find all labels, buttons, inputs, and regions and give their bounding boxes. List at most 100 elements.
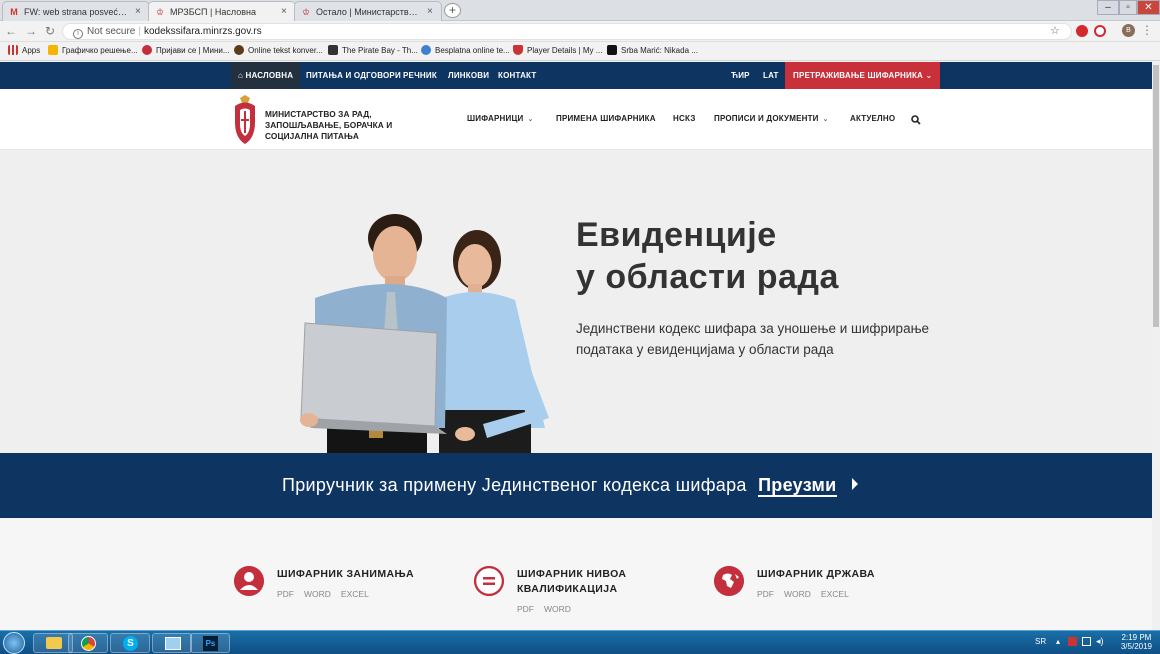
- block-extension-icon[interactable]: [1094, 25, 1106, 37]
- url-text[interactable]: kodekssifara.minrzs.gov.rs: [144, 26, 262, 37]
- profile-avatar[interactable]: B: [1122, 24, 1135, 37]
- bookmark-item[interactable]: Srba Marić: Nikada ...: [607, 45, 698, 55]
- nav-contact[interactable]: КОНТАКТ: [498, 62, 536, 89]
- nav-faq[interactable]: ПИТАЊА И ОДГОВОРИ: [306, 62, 401, 89]
- network-icon[interactable]: [1082, 637, 1091, 646]
- taskbar-window[interactable]: [152, 633, 192, 653]
- new-tab-button[interactable]: +: [444, 3, 461, 18]
- reload-icon[interactable]: ↻: [43, 24, 57, 38]
- info-icon[interactable]: i: [73, 29, 83, 39]
- site-top-nav: ⌂ НАСЛОВНА ПИТАЊА И ОДГОВОРИ РЕЧНИК ЛИНК…: [0, 62, 1152, 89]
- word-link[interactable]: WORD: [544, 604, 571, 614]
- address-bar-row: ← → ↻ i Not secure | kodekssifara.minrzs.go…: [0, 21, 1160, 42]
- codebook-title[interactable]: ШИФАРНИК НИВОА КВАЛИФИКАЦИЈА: [517, 567, 677, 597]
- search-icon[interactable]: [911, 115, 921, 125]
- close-tab-icon[interactable]: ×: [427, 6, 435, 17]
- script-latin-link[interactable]: LAT: [763, 62, 779, 89]
- photoshop-icon: Ps: [203, 636, 218, 651]
- excel-link[interactable]: EXCEL: [821, 589, 849, 599]
- tray-app-icon[interactable]: [1068, 637, 1077, 646]
- bookmark-item[interactable]: Besplatna online te...: [421, 45, 510, 55]
- close-tab-icon[interactable]: ×: [135, 6, 143, 17]
- hero-description: Јединствени кодекс шифара за уношење и ш…: [576, 321, 930, 357]
- bookmark-star-icon[interactable]: ☆: [1050, 24, 1060, 37]
- menu-news[interactable]: АКТУЕЛНО: [850, 114, 895, 123]
- taskbar-chrome[interactable]: [68, 633, 108, 653]
- bookmark-item[interactable]: The Pirate Bay - Th...: [328, 45, 418, 55]
- menu-label: ПРОПИСИ И ДОКУМЕНТИ: [714, 114, 819, 123]
- clock[interactable]: 2:19 PM 3/5/2019: [1121, 633, 1152, 651]
- word-link[interactable]: WORD: [304, 589, 331, 599]
- menu-regulations[interactable]: ПРОПИСИ И ДОКУМЕНТИ ⌄: [714, 114, 829, 123]
- bookmark-label: Графичко решење...: [62, 45, 138, 55]
- codebook-title[interactable]: ШИФАРНИК ЗАНИМАЊА: [277, 567, 437, 582]
- window-icon: [165, 637, 181, 650]
- bookmark-item[interactable]: Графичко решење...: [48, 45, 138, 55]
- browser-tab-strip: M FW: web strana posvećena šifar... × ♔ …: [0, 0, 1160, 21]
- minimize-button[interactable]: –: [1097, 0, 1119, 15]
- pdf-link[interactable]: PDF: [277, 589, 294, 599]
- bookmark-label: Besplatna online te...: [435, 45, 510, 55]
- forward-icon[interactable]: →: [24, 24, 38, 38]
- language-indicator[interactable]: SR: [1035, 637, 1046, 646]
- bookmark-apps[interactable]: Apps: [8, 45, 40, 55]
- nav-label: НАСЛОВНА: [245, 71, 294, 80]
- back-icon[interactable]: ←: [4, 24, 18, 38]
- chevron-down-icon: ⌄: [527, 116, 534, 123]
- search-codebooks-button[interactable]: ПРЕТРАЖИВАЊЕ ШИФАРНИКА ⌄: [785, 62, 941, 89]
- maximize-button[interactable]: ▫: [1119, 0, 1137, 15]
- nav-links[interactable]: ЛИНКОВИ: [448, 62, 489, 89]
- tray-arrow-icon[interactable]: ▴: [1056, 637, 1060, 646]
- taskbar-explorer[interactable]: [33, 633, 73, 653]
- chrome-icon: [81, 636, 96, 651]
- blog-icon: [607, 45, 617, 55]
- bookmark-label: The Pirate Bay - Th...: [342, 45, 418, 55]
- taskbar-photoshop[interactable]: Ps: [190, 633, 230, 653]
- omnibox[interactable]: i Not secure | kodekssifara.minrzs.gov.rs: [62, 23, 1072, 40]
- download-link[interactable]: Преузми: [758, 475, 837, 497]
- scrollbar-thumb[interactable]: [1153, 65, 1159, 327]
- tab-title: Остало | Министарство за рад,...: [316, 6, 422, 17]
- globe-icon: [421, 45, 431, 55]
- clock-time: 2:19 PM: [1121, 633, 1152, 642]
- taskbar-skype[interactable]: S: [110, 633, 150, 653]
- excel-link[interactable]: EXCEL: [341, 589, 369, 599]
- menu-codebooks[interactable]: ШИФАРНИЦИ ⌄: [467, 114, 534, 123]
- hero-section: Евиденције у области рада Јединствени ко…: [0, 150, 1152, 453]
- globe-icon: [714, 566, 744, 596]
- apps-grid-icon: [8, 45, 18, 55]
- bookmark-item[interactable]: Online tekst konver...: [234, 45, 323, 55]
- pdf-link[interactable]: PDF: [517, 604, 534, 614]
- close-window-button[interactable]: ✕: [1137, 0, 1160, 15]
- opera-extension-icon[interactable]: [1076, 25, 1088, 37]
- crest-icon: ♔: [155, 6, 165, 17]
- start-button[interactable]: [3, 632, 25, 654]
- codebook-title[interactable]: ШИФАРНИК ДРЖАВА: [757, 567, 917, 582]
- tab-other[interactable]: ♔ Остало | Министарство за рад,... ×: [294, 1, 442, 21]
- pdf-link[interactable]: PDF: [757, 589, 774, 599]
- chevron-down-icon: ⌄: [822, 116, 829, 123]
- menu-codebook-usage[interactable]: ПРИМЕНА ШИФАРНИКА: [556, 114, 656, 123]
- tab-gmail[interactable]: M FW: web strana posvećena šifar... ×: [2, 1, 150, 21]
- bookmark-label: Player Details | My ...: [527, 45, 603, 55]
- nav-glossary[interactable]: РЕЧНИК: [403, 62, 437, 89]
- bookmark-item[interactable]: Player Details | My ...: [513, 45, 602, 55]
- ministry-name[interactable]: МИНИСТАРСТВО ЗА РАД, ЗАПОШЉАВАЊЕ, БОРАЧК…: [265, 109, 405, 142]
- hero-title-line2: у области рада: [576, 258, 839, 296]
- menu-icon[interactable]: ⋮: [1140, 23, 1154, 37]
- ship-icon: [328, 45, 338, 55]
- script-cyrillic-link[interactable]: ЋИР: [731, 62, 750, 89]
- menu-nskz[interactable]: НСКЗ: [673, 114, 696, 123]
- close-tab-icon[interactable]: ×: [281, 6, 289, 17]
- volume-icon[interactable]: ◂): [1096, 636, 1104, 647]
- page-scrollbar[interactable]: [1152, 62, 1160, 630]
- serbian-crest-logo[interactable]: [231, 94, 259, 146]
- bookmark-item[interactable]: Пријави се | Мини...: [142, 45, 230, 55]
- hero-title: Евиденције у области рада: [576, 214, 839, 298]
- shield-icon: [513, 45, 523, 55]
- gmail-icon: M: [10, 6, 18, 17]
- tab-home[interactable]: ♔ МРЗБСП | Насловна ×: [148, 1, 296, 21]
- search-codebooks-label: ПРЕТРАЖИВАЊЕ ШИФАРНИКА: [793, 71, 924, 80]
- nav-home[interactable]: ⌂ НАСЛОВНА: [231, 62, 301, 89]
- word-link[interactable]: WORD: [784, 589, 811, 599]
